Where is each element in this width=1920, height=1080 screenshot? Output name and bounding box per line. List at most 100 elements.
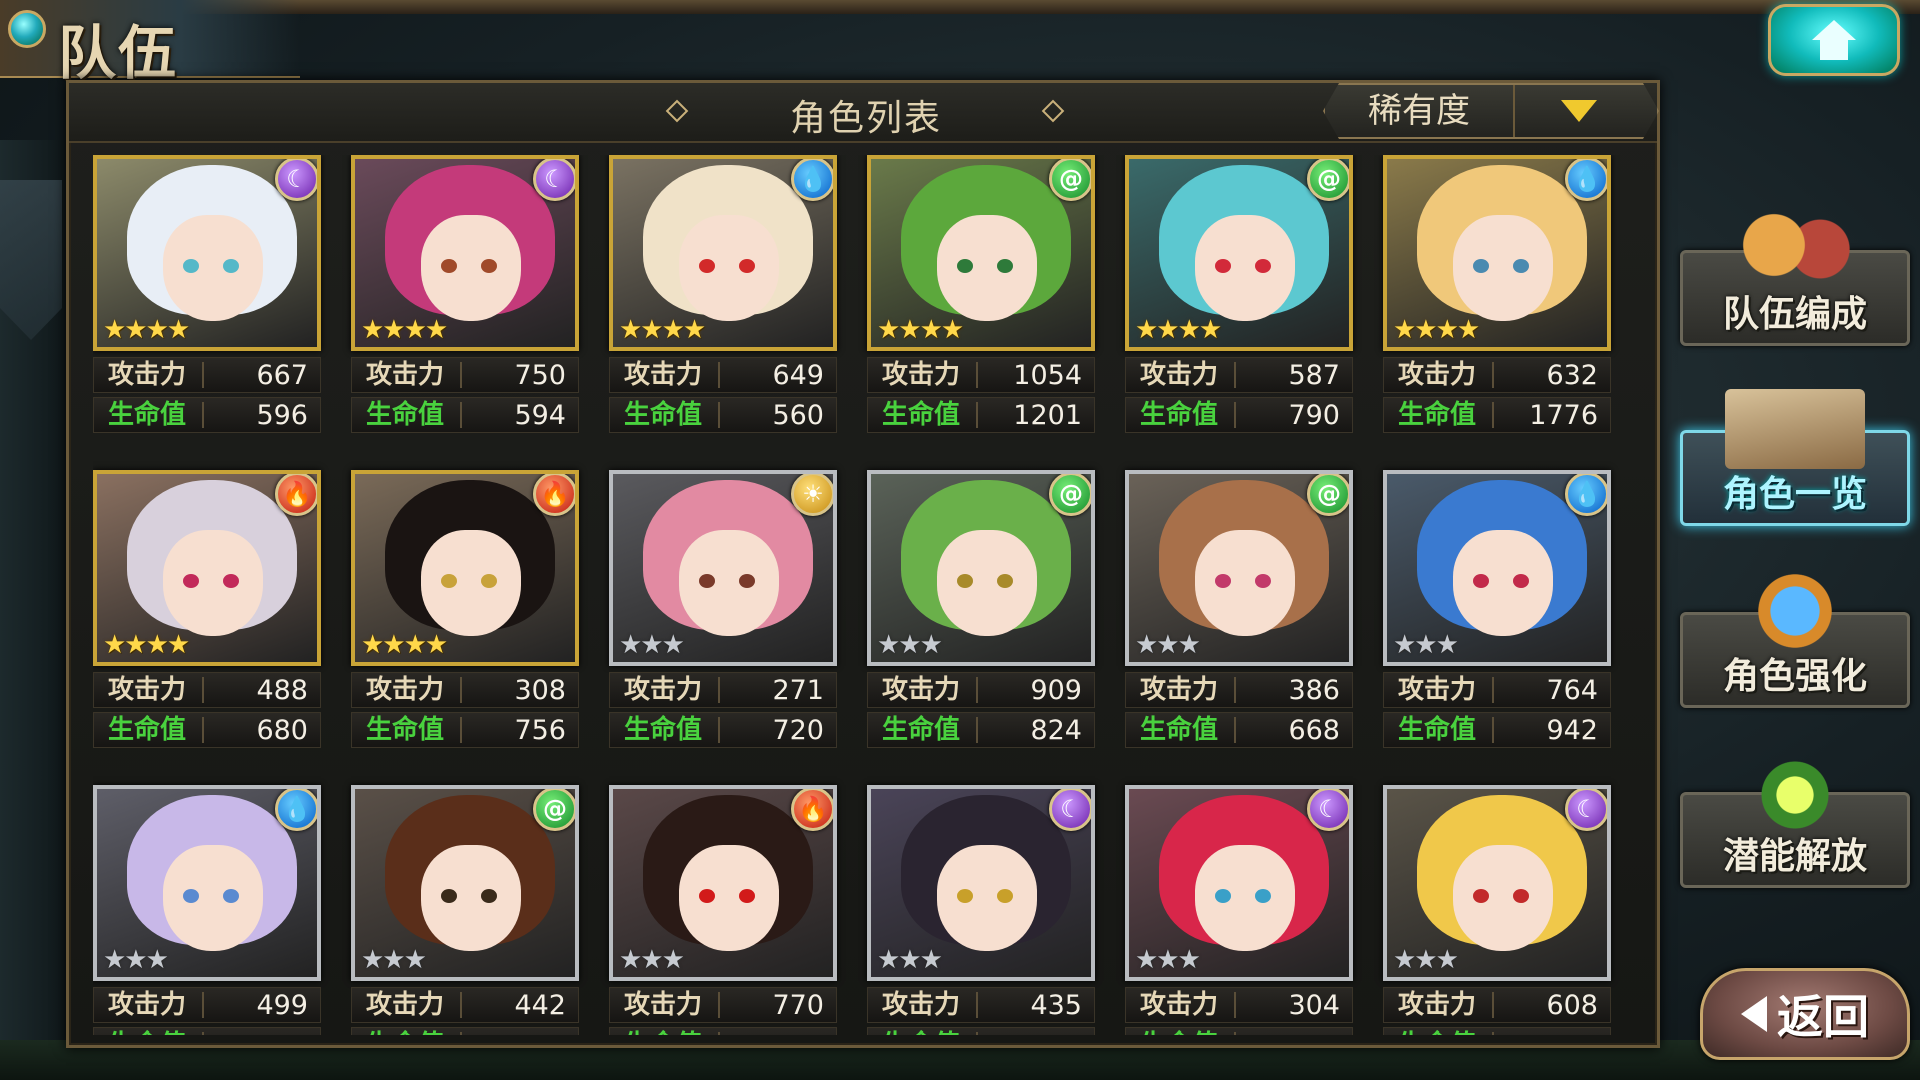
character-portrait: @ ★★★★	[867, 155, 1095, 351]
attack-value: 649	[772, 359, 824, 391]
attack-label: 攻击力	[610, 362, 720, 388]
attack-stat: 攻击力 909	[867, 672, 1095, 708]
character-face	[937, 215, 1037, 321]
character-card[interactable]: 🔥 ★★★★ 攻击力 488 生命值 680	[93, 470, 321, 760]
character-card[interactable]: 💧 ★★★ 攻击力 764 生命值 942	[1383, 470, 1611, 760]
character-card[interactable]: @ ★★★ 攻击力 442 生命值	[351, 785, 579, 1035]
rarity-stars-icon: ★★★	[877, 630, 943, 660]
character-card[interactable]: ☾ ★★★ 攻击力 608 生命值	[1383, 785, 1611, 1035]
character-eye	[481, 259, 497, 273]
back-button[interactable]: 返回	[1700, 968, 1910, 1060]
attack-stat: 攻击力 587	[1125, 357, 1353, 393]
character-card[interactable]: @ ★★★★ 攻击力 1054 生命值 1201	[867, 155, 1095, 445]
character-eye	[957, 574, 973, 588]
character-eye	[1215, 889, 1231, 903]
rarity-stars-icon: ★★★	[1135, 630, 1201, 660]
attack-stat: 攻击力 442	[351, 987, 579, 1023]
hp-label: 生命值	[868, 402, 978, 428]
attack-label: 攻击力	[610, 992, 720, 1018]
attack-value: 608	[1546, 989, 1598, 1021]
character-face	[163, 845, 263, 951]
hp-stat: 生命值	[609, 1027, 837, 1035]
hp-label: 生命值	[94, 1032, 204, 1035]
character-card[interactable]: 💧 ★★★ 攻击力 499 生命值	[93, 785, 321, 1035]
character-eye	[699, 259, 715, 273]
character-face	[679, 845, 779, 951]
character-card[interactable]: @ ★★★★ 攻击力 587 生命值 790	[1125, 155, 1353, 445]
hp-label: 生命值	[1384, 717, 1494, 743]
character-card[interactable]: ☾ ★★★ 攻击力 435 生命值	[867, 785, 1095, 1035]
back-arrow-icon	[1741, 996, 1767, 1032]
team-formation-button[interactable]: 队伍编成	[1680, 209, 1910, 346]
character-portrait: 💧 ★★★	[93, 785, 321, 981]
home-icon	[1812, 20, 1856, 60]
hp-label: 生命值	[352, 717, 462, 743]
orb-icon	[1725, 751, 1865, 831]
character-eye	[441, 889, 457, 903]
home-button[interactable]	[1768, 4, 1900, 76]
attack-stat: 攻击力 632	[1383, 357, 1611, 393]
character-grid[interactable]: ☾ ★★★★ 攻击力 667 生命值 596 ☾ ★★★★ 攻击力 750 生命值 594 💧 ★★★★ 攻…	[93, 155, 1643, 1035]
attack-stat: 攻击力 488	[93, 672, 321, 708]
character-card[interactable]: @ ★★★ 攻击力 909 生命值 824	[867, 470, 1095, 760]
character-card[interactable]: 💧 ★★★★ 攻击力 649 生命值 560	[609, 155, 837, 445]
character-face	[421, 530, 521, 636]
sort-dropdown[interactable]: 稀有度	[1323, 83, 1659, 139]
character-eye	[997, 259, 1013, 273]
character-portrait: 💧 ★★★★	[1383, 155, 1611, 351]
hp-value: 1776	[1529, 399, 1598, 431]
wind-element-icon: @	[1049, 159, 1091, 201]
attack-value: 909	[1030, 674, 1082, 706]
hp-stat: 生命值 720	[609, 712, 837, 748]
character-face	[937, 530, 1037, 636]
hp-value: 1201	[1013, 399, 1082, 431]
character-face	[937, 845, 1037, 951]
attack-stat: 攻击力 435	[867, 987, 1095, 1023]
character-card[interactable]: 🔥 ★★★ 攻击力 770 生命值	[609, 785, 837, 1035]
character-eye	[1255, 574, 1271, 588]
hp-label: 生命值	[352, 402, 462, 428]
card-upgrade-icon	[1725, 571, 1865, 651]
character-eye	[183, 259, 199, 273]
potential-unlock-button[interactable]: 潜能解放	[1680, 751, 1910, 888]
character-face	[679, 530, 779, 636]
character-card[interactable]: 💧 ★★★★ 攻击力 632 生命值 1776	[1383, 155, 1611, 445]
hp-value: 720	[772, 714, 824, 746]
attack-label: 攻击力	[352, 992, 462, 1018]
character-card[interactable]: ☾ ★★★★ 攻击力 667 生命值 596	[93, 155, 321, 445]
title-plate: 队伍	[0, 0, 300, 87]
character-eye	[183, 574, 199, 588]
character-eye	[223, 889, 239, 903]
attack-label: 攻击力	[1126, 677, 1236, 703]
wind-element-icon: @	[1049, 474, 1091, 516]
character-card[interactable]: ☾ ★★★★ 攻击力 750 生命值 594	[351, 155, 579, 445]
fire-element-icon: 🔥	[791, 789, 833, 831]
character-enhance-button[interactable]: 角色强化	[1680, 571, 1910, 708]
sort-label: 稀有度	[1325, 85, 1515, 137]
character-card[interactable]: @ ★★★ 攻击力 386 生命值 668	[1125, 470, 1353, 760]
attack-value: 667	[256, 359, 308, 391]
attack-stat: 攻击力 499	[93, 987, 321, 1023]
character-portrait: 💧 ★★★★	[609, 155, 837, 351]
character-portrait: @ ★★★	[867, 470, 1095, 666]
character-face	[1453, 215, 1553, 321]
attack-label: 攻击力	[352, 362, 462, 388]
character-eye	[1215, 259, 1231, 273]
character-card[interactable]: ☾ ★★★ 攻击力 304 生命值	[1125, 785, 1353, 1035]
rarity-stars-icon: ★★★★	[877, 315, 964, 345]
character-eye	[441, 259, 457, 273]
attack-value: 435	[1030, 989, 1082, 1021]
character-eye	[1513, 889, 1529, 903]
character-card[interactable]: ☀ ★★★ 攻击力 271 生命值 720	[609, 470, 837, 760]
character-eye	[1473, 574, 1489, 588]
attack-value: 488	[256, 674, 308, 706]
character-eye	[739, 574, 755, 588]
hp-label: 生命值	[610, 717, 720, 743]
character-card[interactable]: 🔥 ★★★★ 攻击力 308 生命值 756	[351, 470, 579, 760]
attack-stat: 攻击力 608	[1383, 987, 1611, 1023]
gem-icon	[8, 10, 46, 48]
side-menu-label: 队伍编成	[1722, 294, 1867, 335]
character-list-button[interactable]: 角色一览	[1680, 389, 1910, 526]
character-eye	[1513, 259, 1529, 273]
attack-value: 770	[772, 989, 824, 1021]
